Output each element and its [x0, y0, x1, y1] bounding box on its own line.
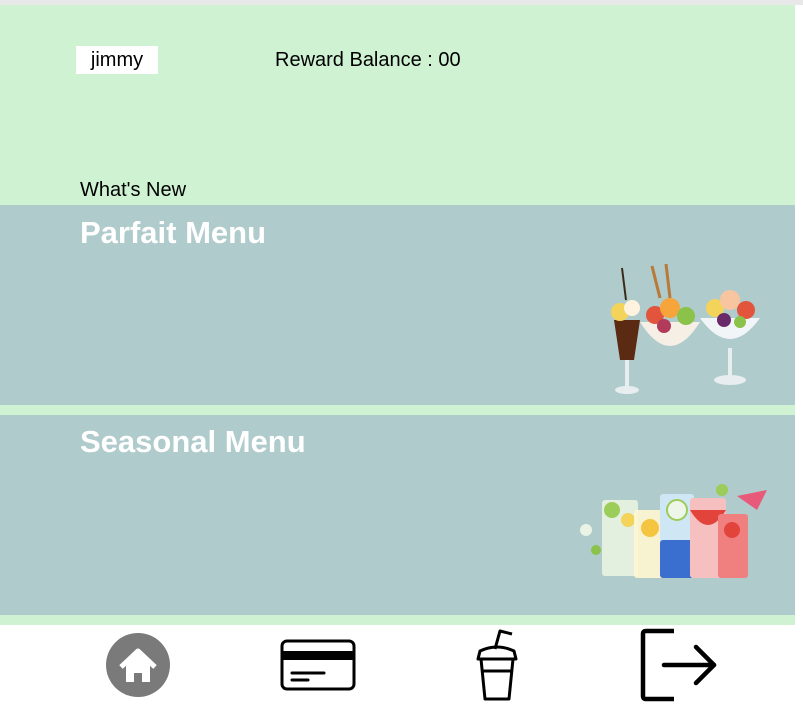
card-icon[interactable]	[280, 639, 356, 691]
parfait-menu-card[interactable]: Parfait Menu	[0, 205, 795, 405]
header-panel: jimmy Reward Balance : 00 What's New	[0, 5, 795, 205]
card-separator	[0, 615, 795, 625]
parfait-sundaes-image	[611, 263, 760, 394]
fruit-drinks-image	[580, 484, 767, 578]
menu-title: Parfait Menu	[80, 215, 267, 250]
whats-new-heading: What's New	[80, 179, 187, 201]
drink-cup-icon[interactable]	[470, 627, 524, 703]
menu-title: Seasonal Menu	[80, 424, 306, 459]
logout-icon[interactable]	[640, 627, 720, 703]
bottom-nav	[0, 625, 803, 703]
username-label[interactable]: jimmy	[76, 46, 158, 74]
seasonal-menu-card[interactable]: Seasonal Menu	[0, 415, 795, 615]
reward-balance: Reward Balance : 00	[275, 49, 461, 71]
card-separator	[0, 405, 795, 415]
home-icon[interactable]	[103, 630, 173, 700]
